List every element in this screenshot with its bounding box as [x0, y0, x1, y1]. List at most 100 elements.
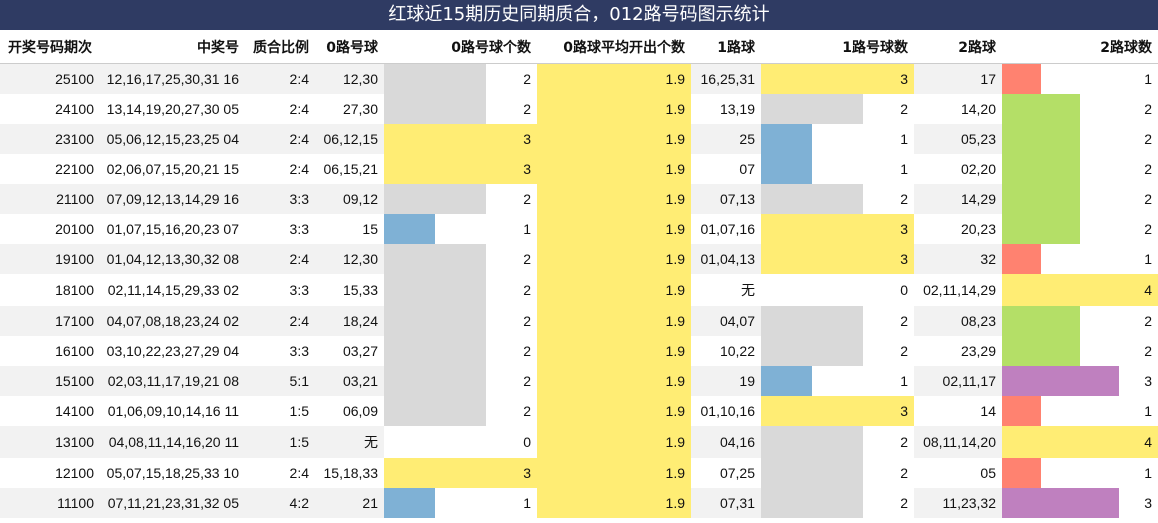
header-ratio: 质合比例: [245, 30, 315, 64]
route0-balls-cell: 06,12,15: [315, 124, 384, 154]
numbers-cell: 05,07,15,18,25,33 10: [106, 465, 239, 481]
route1-count-cell: 3: [761, 396, 914, 426]
header-route1-balls: 1路球: [691, 30, 761, 64]
route0-balls-cell: 18,24: [315, 306, 384, 336]
route1-count-cell: 2: [761, 94, 914, 124]
route0-count-cell: 3: [384, 458, 537, 488]
numbers-cell: 12,16,17,25,30,31 16: [100, 63, 245, 94]
route0-average-cell-value: 1.9: [665, 343, 685, 359]
route2-balls-cell: 17: [914, 63, 1002, 94]
route0-count-cell-value: 3: [523, 161, 531, 177]
route1-count-cell: 3: [761, 64, 914, 94]
route2-count-cell: 2: [1002, 94, 1158, 124]
ratio-cell: 2:4: [245, 306, 315, 336]
period-cell: 11100: [0, 488, 100, 518]
route0-count-cell: 2: [384, 336, 537, 366]
route2-count-cell-value: 2: [1144, 221, 1152, 237]
period-cell: 13100: [0, 426, 100, 458]
table-row: 15100 02,03,11,17,19,21 08 5:1 03,21 2 1.9 19 1…: [0, 366, 1158, 396]
route1-count-cell-value: 2: [900, 313, 908, 329]
numbers-cell: 05,06,12,15,23,25 04: [100, 124, 245, 154]
route1-count-cell-value: 1: [900, 131, 908, 147]
route1-count-cell-value: 1: [900, 373, 908, 389]
route1-balls-cell: 07,31: [691, 488, 761, 518]
route1-balls-cell: 无: [741, 282, 755, 298]
header-numbers: 中奖号: [100, 30, 245, 64]
route0-average-cell: 1.9: [537, 366, 691, 396]
route2-count-cell-value: 2: [1144, 343, 1152, 359]
ratio-cell: 1:5: [289, 403, 309, 419]
route2-count-cell: 3: [1002, 488, 1158, 518]
numbers-cell: 02,03,11,17,19,21 08: [100, 366, 245, 396]
route2-count-cell-value: 4: [1144, 282, 1152, 298]
route2-balls-cell: 14: [980, 403, 996, 419]
route0-balls-cell: 27,30: [342, 101, 378, 117]
route2-balls-cell: 02,11,14,29: [923, 282, 996, 298]
period-cell: 24100: [55, 101, 94, 117]
route2-balls-cell: 11,23,32: [914, 488, 1002, 518]
route0-balls-cell: 15: [362, 221, 378, 237]
route0-balls-cell: 无: [315, 426, 384, 458]
route2-count-cell-value: 3: [1144, 495, 1152, 511]
ratio-cell: 3:3: [289, 282, 309, 298]
route0-balls-cell: 15,33: [342, 282, 378, 298]
route2-count-cell-value: 3: [1144, 373, 1152, 389]
route0-count-cell: 2: [384, 244, 537, 274]
period-cell: 12100: [55, 465, 94, 481]
route1-count-cell: 3: [761, 214, 914, 244]
route0-count-cell: 2: [384, 274, 537, 306]
route2-balls-cell: 08,11,14,20: [914, 426, 1002, 458]
route2-count-cell-value: 1: [1144, 403, 1152, 419]
route1-balls-cell: 01,10,16: [700, 403, 756, 419]
route0-average-cell: 1.9: [537, 94, 691, 124]
route1-balls-cell: 04,16: [691, 426, 761, 458]
table-row: 22100 02,06,07,15,20,21 15 2:4 06,15,21 3 1.9…: [0, 154, 1158, 184]
route0-average-cell-value: 1.9: [665, 282, 685, 298]
numbers-cell: 03,10,22,23,27,29 04: [106, 343, 239, 359]
route0-balls-cell: 12,30: [315, 244, 384, 274]
route2-count-cell: 4: [1002, 274, 1158, 306]
route0-average-cell-value: 1.9: [665, 495, 685, 511]
route2-balls-cell: 23,29: [960, 343, 996, 359]
table-row: 13100 04,08,11,14,16,20 11 1:5 无 0 1.9 04,16 2 0…: [0, 426, 1158, 458]
route2-balls-cell: 02,11,17: [914, 366, 1002, 396]
route0-average-cell-value: 1.9: [665, 101, 685, 117]
route0-balls-cell: 15,18,33: [323, 465, 379, 481]
period-cell: 25100: [0, 63, 100, 94]
route0-balls-cell: 03,27: [342, 343, 378, 359]
route1-count-cell: 1: [761, 124, 914, 154]
period-cell: 23100: [0, 124, 100, 154]
route1-count-cell-value: 2: [900, 191, 908, 207]
route0-count-cell: 2: [384, 396, 537, 426]
route0-count-cell: 2: [384, 306, 537, 336]
route0-count-cell-value: 1: [523, 495, 531, 511]
route1-balls-cell: 07,25: [719, 465, 755, 481]
route0-count-cell: 1: [384, 214, 537, 244]
route0-average-cell: 1.9: [537, 274, 691, 306]
ratio-cell: 3:3: [245, 184, 315, 214]
period-cell: 15100: [0, 366, 100, 396]
route1-balls-cell: 04,07: [691, 306, 761, 336]
route0-count-cell-value: 3: [523, 131, 531, 147]
route2-count-cell: 2: [1002, 124, 1158, 154]
ratio-cell: 2:4: [245, 124, 315, 154]
table-row: 14100 01,06,09,10,14,16 11 1:5 06,09 2 1.9 01,…: [0, 396, 1158, 426]
route0-average-cell-value: 1.9: [665, 221, 685, 237]
route2-count-cell-value: 2: [1144, 161, 1152, 177]
route2-count-cell-value: 2: [1144, 101, 1152, 117]
route0-average-cell-value: 1.9: [665, 131, 685, 147]
route1-balls-cell: 01,04,13: [691, 244, 761, 274]
route0-count-cell: 2: [384, 64, 537, 94]
ratio-cell: 4:2: [245, 488, 315, 518]
route0-count-cell-value: 3: [523, 465, 531, 481]
numbers-cell: 01,06,09,10,14,16 11: [107, 403, 239, 419]
route0-average-cell: 1.9: [537, 124, 691, 154]
route0-average-cell: 1.9: [537, 244, 691, 274]
route1-balls-cell: 16,25,31: [691, 63, 761, 94]
table-row: 18100 02,11,14,15,29,33 02 3:3 15,33 2 1.9 无 0 0…: [0, 274, 1158, 306]
route1-count-cell: 3: [761, 244, 914, 274]
table-row: 16100 03,10,22,23,27,29 04 3:3 03,27 2 1.9 10,…: [0, 336, 1158, 366]
route0-balls-cell: 21: [315, 488, 384, 518]
ratio-cell: 3:3: [289, 343, 309, 359]
route0-count-cell-value: 2: [523, 71, 531, 87]
